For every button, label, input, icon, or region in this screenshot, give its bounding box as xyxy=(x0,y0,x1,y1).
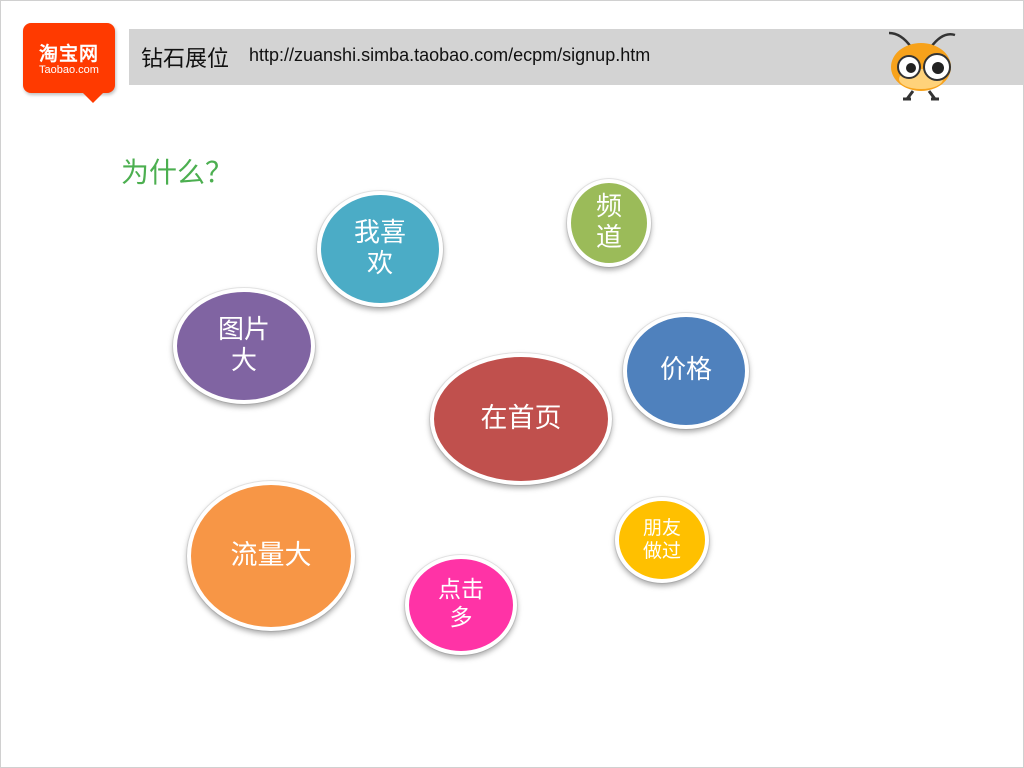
taobao-logo: 淘宝网 Taobao.com xyxy=(23,23,115,103)
bubble-woxihuan-label: 我喜 欢 xyxy=(353,217,406,279)
bubble-pengyou: 朋友 做过 xyxy=(615,497,709,583)
bubble-dianji: 点击 多 xyxy=(405,555,517,655)
bubble-tupian: 图片 大 xyxy=(173,288,315,404)
bubble-shouye-label: 在首页 xyxy=(480,402,562,434)
bubble-dianji-label: 点击 多 xyxy=(438,577,484,631)
bubble-jiage: 价格 xyxy=(623,313,749,429)
signup-url: http://zuanshi.simba.taobao.com/ecpm/sig… xyxy=(249,45,651,65)
bubble-jiage-label: 价格 xyxy=(659,355,712,386)
bubble-tupian-label: 图片 大 xyxy=(217,314,270,376)
ant-mascot-icon xyxy=(888,31,956,101)
bubble-pindao-label: 频 道 xyxy=(595,191,622,253)
logo-chinese-text: 淘宝网 xyxy=(38,43,99,65)
slide: 淘宝网 Taobao.com 钻石展位 http://zuanshi.simba… xyxy=(0,0,1024,768)
bubble-shouye: 在首页 xyxy=(430,353,612,485)
bubble-liuliang: 流量大 xyxy=(187,481,355,631)
bubble-pengyou-label: 朋友 做过 xyxy=(642,517,681,562)
bubble-liuliang-label: 流量大 xyxy=(230,539,312,571)
bubble-woxihuan: 我喜 欢 xyxy=(317,191,443,307)
logo-english-text: Taobao.com xyxy=(39,64,99,76)
bubble-pindao: 频 道 xyxy=(567,179,651,267)
page-title: 钻石展位 xyxy=(141,47,230,72)
question-heading: 为什么？ xyxy=(121,156,234,189)
